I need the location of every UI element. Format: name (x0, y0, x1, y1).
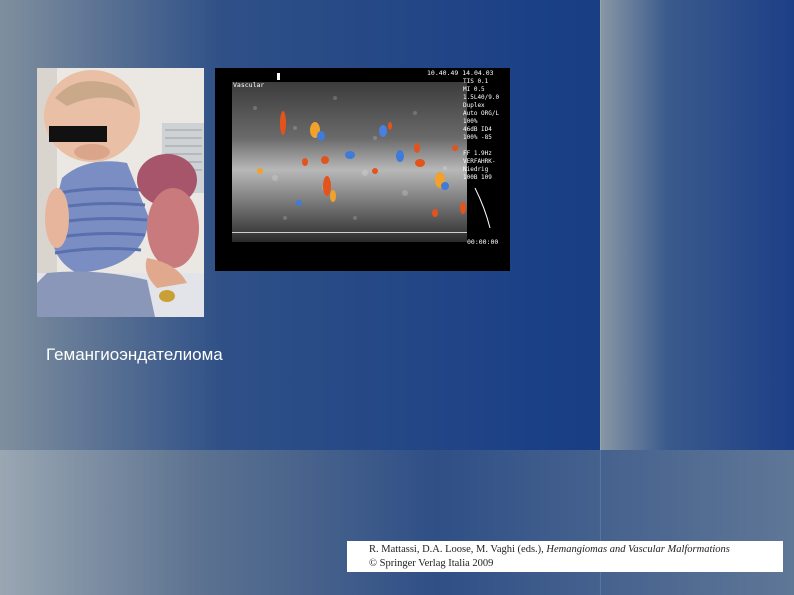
ultrasound-setting: VERFAHRK- (463, 158, 496, 165)
citation-line-1: R. Mattassi, D.A. Loose, M. Vaghi (eds.)… (369, 543, 783, 557)
ultrasound-setting: TIS 0.1 (463, 78, 489, 85)
ultrasound-top-text: 10.40.49 14.04.03 (427, 69, 494, 77)
ultrasound-setting: Niedrig (463, 166, 489, 173)
panel-divider (600, 0, 601, 595)
ultrasound-setting: 46dB ID4 (463, 126, 492, 133)
ultrasound-setting: Auto ORG/L (463, 110, 500, 117)
citation-line-2: © Springer Verlag Italia 2009 (369, 558, 494, 569)
ultrasound-setting: MI 0.5 (463, 86, 485, 93)
ultrasound-setting: 100% (463, 118, 478, 125)
slide-caption: Гемангиоэндателиома (46, 345, 223, 364)
ultrasound-image: 10.40.49 14.04.03 Vascular TIS 0.1 MI 0.… (215, 68, 510, 271)
ultrasound-mode-label: Vascular (233, 81, 265, 89)
right-panel (600, 0, 794, 450)
citation-authors: R. Mattassi, D.A. Loose, M. Vaghi (eds.)… (369, 544, 544, 555)
ultrasound-setting: FF 1.9Hz (463, 150, 492, 157)
ultrasound-setting: 1.5L40/9.0 (463, 94, 500, 101)
ultrasound-setting: Duplex (463, 102, 485, 109)
ultrasound-settings-panel: TIS 0.1 MI 0.5 1.5L40/9.0 Duplex Auto OR… (463, 78, 499, 182)
ultrasound-bottom-text: 00:00:00 (467, 238, 499, 246)
patient-photo (37, 68, 204, 317)
citation-book-title: Hemangiomas and Vascular Malformations (546, 544, 730, 555)
patient-photo-illustration (37, 68, 204, 317)
ultrasound-setting (463, 142, 499, 150)
slide-background: 10.40.49 14.04.03 Vascular TIS 0.1 MI 0.… (0, 0, 794, 595)
bottom-band (0, 450, 794, 595)
ultrasound-setting: 100% -85 (463, 134, 492, 141)
ultrasound-setting: 100B 109 (463, 174, 492, 181)
citation-box: R. Mattassi, D.A. Loose, M. Vaghi (eds.)… (347, 541, 783, 572)
